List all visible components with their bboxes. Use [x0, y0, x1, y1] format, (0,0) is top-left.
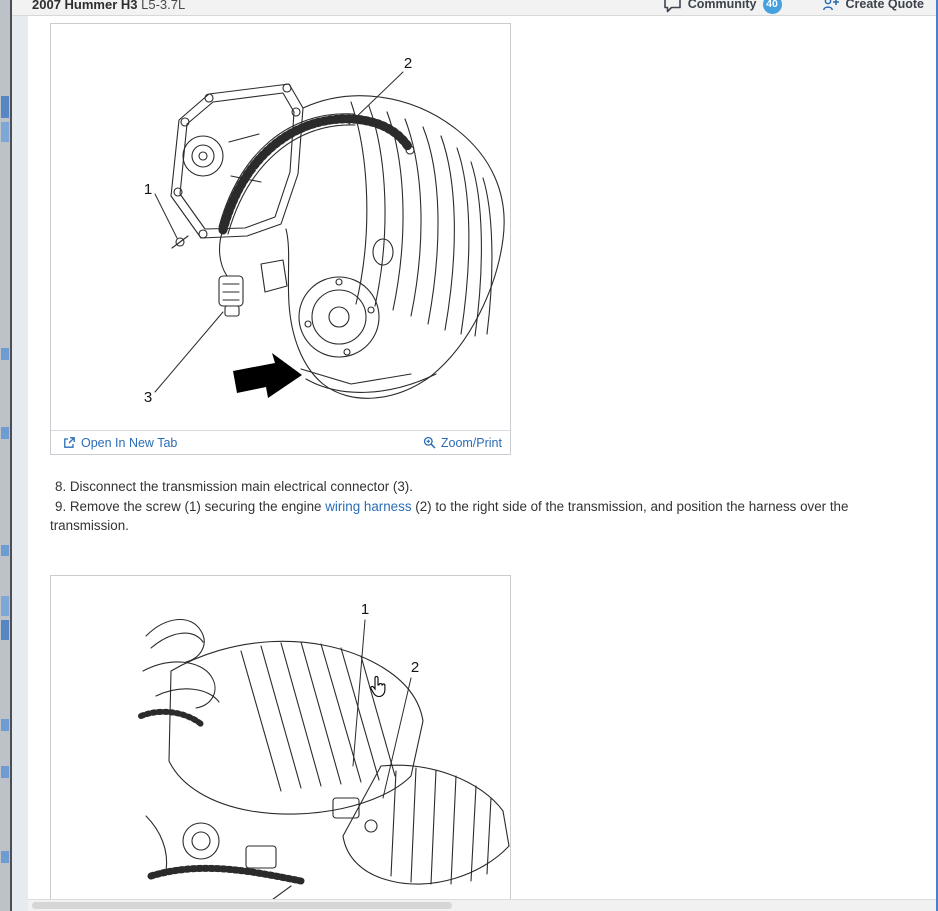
- step-9-text: 9. Remove the screw (1) securing the eng…: [50, 497, 895, 536]
- step-8-label: 8. Disconnect the transmission main elec…: [55, 479, 413, 494]
- figure-frame-2: 1 2: [50, 575, 511, 911]
- create-quote-label: Create Quote: [846, 0, 925, 11]
- add-person-icon: [822, 0, 840, 12]
- sliver-item: [1, 596, 9, 616]
- transmission-diagram-2: 1 2: [51, 576, 510, 911]
- vehicle-title: 2007 Hummer H3 L5-3.7L: [32, 0, 185, 12]
- sliver-item: [1, 545, 9, 556]
- sliver-item: [1, 427, 9, 439]
- chat-bubble-icon: [663, 0, 682, 13]
- figure-frame-1: 1 2 3 Open In New Tab Zoom/Print: [50, 23, 511, 455]
- zoom-print-link[interactable]: Zoom/Print: [423, 436, 502, 450]
- transmission-diagram-1: 1 2 3: [51, 24, 510, 435]
- zoom-print-label: Zoom/Print: [441, 436, 502, 450]
- create-quote-button[interactable]: Create Quote: [822, 0, 925, 12]
- horizontal-scrollbar-thumb[interactable]: [32, 902, 452, 909]
- sliver-item: [1, 766, 9, 778]
- vehicle-title-main: 2007 Hummer H3: [32, 0, 138, 12]
- top-bar: 2007 Hummer H3 L5-3.7L Community 40: [12, 0, 936, 16]
- sliver-item: [1, 620, 9, 640]
- background-window-sliver: [0, 0, 10, 911]
- sliver-item: [1, 122, 9, 142]
- horizontal-scrollbar[interactable]: [28, 899, 936, 911]
- sliver-item: [1, 719, 9, 731]
- vehicle-title-engine: L5-3.7L: [141, 0, 185, 12]
- left-gutter: [12, 15, 28, 911]
- step-8-text: 8. Disconnect the transmission main elec…: [50, 477, 895, 497]
- open-in-new-tab-label: Open In New Tab: [81, 436, 177, 450]
- step-9-part1: 9. Remove the screw (1) securing the eng…: [55, 499, 325, 514]
- callout-1: 1: [361, 601, 369, 618]
- wiring-harness-link[interactable]: wiring harness: [325, 499, 411, 514]
- callout-3: 3: [144, 389, 152, 406]
- direction-arrow: [233, 353, 302, 398]
- window-border-left: [10, 0, 12, 911]
- figure-toolbar: Open In New Tab Zoom/Print: [51, 430, 510, 454]
- callout-2: 2: [411, 659, 419, 676]
- zoom-icon: [423, 436, 436, 449]
- sliver-item: [1, 348, 9, 360]
- sliver-item: [1, 851, 9, 863]
- callout-1: 1: [144, 181, 152, 198]
- community-label: Community: [688, 0, 757, 11]
- procedure-steps: 8. Disconnect the transmission main elec…: [50, 477, 895, 536]
- sliver-item: [1, 96, 9, 118]
- external-link-icon: [63, 436, 76, 449]
- community-button[interactable]: Community 40: [663, 0, 782, 14]
- mouse-cursor: [370, 676, 387, 703]
- open-in-new-tab-link[interactable]: Open In New Tab: [63, 436, 177, 450]
- app-window: 2007 Hummer H3 L5-3.7L Community 40: [0, 0, 938, 911]
- community-count-badge: 40: [763, 0, 782, 14]
- callout-2: 2: [404, 55, 412, 72]
